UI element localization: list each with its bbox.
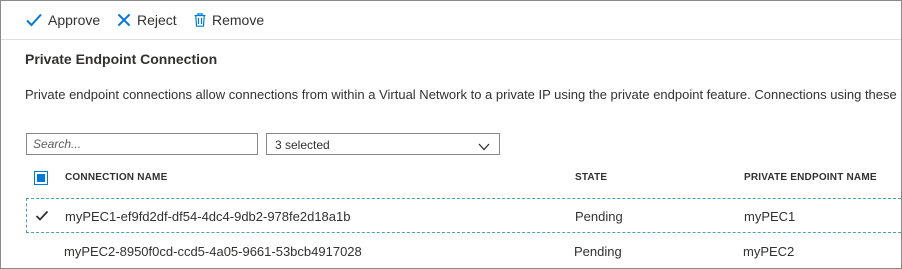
column-header-private-endpoint-name[interactable]: PRIVATE ENDPOINT NAME bbox=[744, 172, 877, 183]
checkmark-icon bbox=[26, 13, 42, 27]
trash-icon bbox=[194, 13, 206, 27]
connection-name-cell: myPEC1-ef9fd2df-df54-4dc4-9db2-978fe2d18… bbox=[65, 209, 351, 224]
x-icon bbox=[117, 13, 131, 27]
table-row[interactable]: myPEC2-8950f0cd-ccd5-4a05-9661-53bcb4917… bbox=[26, 234, 901, 268]
private-endpoint-name-cell: myPEC2 bbox=[743, 244, 795, 259]
private-endpoint-name-cell: myPEC1 bbox=[744, 209, 796, 224]
select-all-indicator bbox=[37, 174, 45, 182]
row-checkbox-checked[interactable] bbox=[35, 209, 49, 223]
command-bar: Approve Reject Remove bbox=[1, 1, 901, 40]
reject-label: Reject bbox=[137, 12, 177, 28]
state-filter-dropdown[interactable]: 3 selected bbox=[266, 133, 500, 155]
section-description: Private endpoint connections allow conne… bbox=[25, 87, 897, 102]
remove-label: Remove bbox=[212, 12, 265, 28]
search-box bbox=[26, 133, 258, 155]
state-cell: Pending bbox=[574, 244, 622, 259]
filter-value: 3 selected bbox=[275, 138, 330, 152]
column-header-state[interactable]: STATE bbox=[575, 172, 607, 183]
connection-name-cell: myPEC2-8950f0cd-ccd5-4a05-9661-53bcb4917… bbox=[64, 244, 362, 259]
private-endpoint-panel: Approve Reject Remove Private Endpoint C… bbox=[0, 0, 902, 269]
approve-button[interactable]: Approve bbox=[26, 9, 100, 31]
section-title: Private Endpoint Connection bbox=[25, 51, 218, 67]
table-row[interactable]: myPEC1-ef9fd2df-df54-4dc4-9db2-978fe2d18… bbox=[26, 198, 901, 233]
column-header-connection-name[interactable]: CONNECTION NAME bbox=[65, 172, 167, 183]
remove-button[interactable]: Remove bbox=[194, 9, 264, 31]
state-cell: Pending bbox=[575, 209, 623, 224]
chevron-down-icon bbox=[478, 140, 490, 154]
reject-button[interactable]: Reject bbox=[117, 9, 177, 31]
select-all-checkbox[interactable] bbox=[34, 171, 48, 185]
approve-label: Approve bbox=[48, 12, 101, 28]
search-input[interactable] bbox=[27, 134, 257, 154]
